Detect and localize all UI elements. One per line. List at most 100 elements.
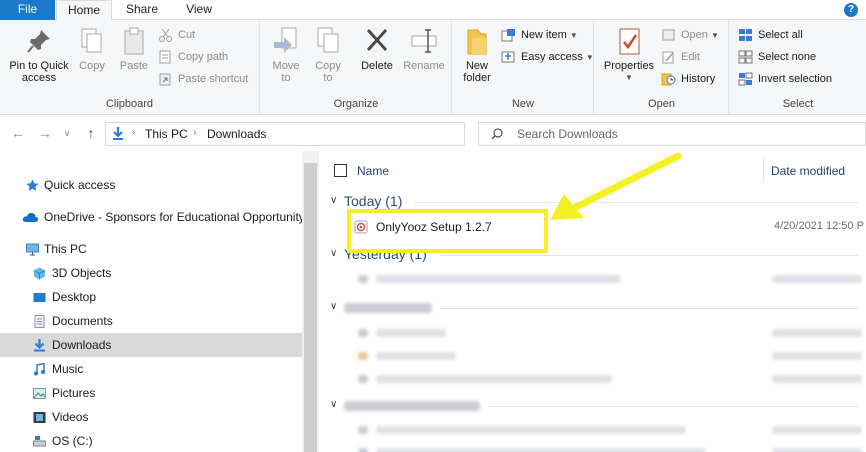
group-divider <box>488 406 858 407</box>
copy-to-button[interactable]: Copy to <box>309 26 347 84</box>
nav-item-label: This PC <box>44 242 87 256</box>
move-to-label: Move to <box>272 60 300 84</box>
new-group-label: New <box>511 98 534 110</box>
nav-item-onedrive[interactable]: OneDrive - Sponsors for Educational Oppo… <box>0 205 302 229</box>
properties-button[interactable]: Properties ▼ <box>601 26 657 84</box>
invert-selection-button[interactable]: Invert selection <box>738 69 832 89</box>
tab-share[interactable]: Share <box>114 0 170 20</box>
annotation-arrow-icon <box>550 152 682 220</box>
move-to-button[interactable]: Move to <box>267 26 305 84</box>
downloads-location-icon <box>113 127 123 140</box>
address-bar[interactable]: › This PC › Downloads ∨ ↻ <box>105 122 560 146</box>
star-icon <box>26 179 39 191</box>
delete-label: Delete <box>361 60 393 72</box>
rename-icon <box>411 29 437 53</box>
cloud-icon <box>22 212 39 222</box>
history-icon <box>661 73 676 86</box>
collapse-chevron-icon[interactable]: ∨ <box>330 195 337 206</box>
nav-item-desktop[interactable]: Desktop <box>0 285 302 309</box>
delete-button[interactable]: Delete <box>357 26 397 72</box>
navigation-pane-scrollbar[interactable] <box>302 151 319 452</box>
back-arrow-icon[interactable]: ← <box>9 125 27 141</box>
nav-item-documents[interactable]: Documents <box>0 309 302 333</box>
search-box[interactable]: Search Downloads <box>478 122 866 146</box>
new-folder-label: New folder <box>463 60 491 84</box>
videos-icon <box>33 412 46 423</box>
copy-path-icon <box>159 50 171 64</box>
edit-button[interactable]: Edit <box>661 47 700 67</box>
group-divider <box>440 255 858 256</box>
paste-shortcut-button[interactable]: Paste shortcut <box>158 69 248 89</box>
select-all-checkbox[interactable] <box>334 164 347 177</box>
paste-button[interactable]: Paste <box>114 26 154 72</box>
pin-to-quick-access-button[interactable]: Pin to Quick access <box>4 26 74 84</box>
copy-button[interactable]: Copy <box>74 26 110 72</box>
paste-icon <box>124 27 144 55</box>
select-all-icon <box>739 29 752 41</box>
nav-item-this-pc[interactable]: This PC <box>0 237 302 261</box>
collapse-chevron-icon[interactable]: ∨ <box>330 301 337 312</box>
organize-group: Move to Copy to Delete Rename Organize <box>261 20 452 115</box>
pin-icon <box>27 30 50 53</box>
open-button[interactable]: Open ▼ <box>661 25 719 45</box>
up-arrow-icon[interactable]: ↑ <box>82 125 100 141</box>
nav-item-quick-access[interactable]: Quick access <box>0 173 302 197</box>
group-header-blurred[interactable]: ∨ <box>328 396 858 416</box>
breadcrumb-this-pc[interactable]: This PC <box>145 127 188 141</box>
column-header-date-modified[interactable]: Date modified <box>771 164 845 178</box>
navigation-bar: ← → ∨ ↑ › This PC › Downloads ∨ ↻ Search… <box>0 116 866 151</box>
nav-item-label: 3D Objects <box>52 266 112 280</box>
new-folder-button[interactable]: New folder <box>457 26 497 84</box>
new-item-icon <box>501 29 515 42</box>
open-dropdown-icon: ▼ <box>710 31 719 40</box>
edit-label: Edit <box>681 51 700 63</box>
help-icon[interactable]: ? <box>844 3 858 17</box>
column-header-name[interactable]: Name <box>357 164 389 178</box>
tab-file[interactable]: File <box>0 0 55 20</box>
group-header-blurred[interactable]: ∨ <box>328 298 858 318</box>
history-button[interactable]: History <box>661 69 715 89</box>
nav-item-videos[interactable]: Videos <box>0 405 302 429</box>
breadcrumb-separator: › <box>193 127 197 138</box>
ribbon: Pin to Quick access Copy Paste Cut Copy … <box>0 20 866 115</box>
breadcrumb-downloads[interactable]: Downloads <box>207 127 266 141</box>
collapse-chevron-icon[interactable]: ∨ <box>330 248 337 259</box>
open-group-label: Open <box>648 98 675 110</box>
nav-item-label: Quick access <box>44 178 116 192</box>
copy-to-icon <box>317 27 339 53</box>
nav-item-pictures[interactable]: Pictures <box>0 381 302 405</box>
nav-item-downloads[interactable]: Downloads <box>0 333 302 357</box>
copy-path-button[interactable]: Copy path <box>158 47 228 67</box>
nav-item-label: Downloads <box>52 338 112 352</box>
cut-button[interactable]: Cut <box>158 25 195 45</box>
navigation-pane: Quick access OneDrive - Sponsors for Edu… <box>0 151 302 452</box>
tab-home[interactable]: Home <box>56 0 112 21</box>
invert-selection-icon <box>738 72 753 86</box>
scrollbar-thumb[interactable] <box>304 163 317 452</box>
nav-item-os-c[interactable]: OS (C:) <box>0 429 302 452</box>
desktop-icon <box>33 293 46 302</box>
copy-path-label: Copy path <box>178 51 229 63</box>
copy-icon <box>81 28 102 53</box>
pictures-icon <box>33 388 46 399</box>
select-all-button[interactable]: Select all <box>738 25 803 45</box>
column-divider[interactable] <box>763 156 764 182</box>
forward-arrow-icon[interactable]: → <box>36 125 54 141</box>
rename-button[interactable]: Rename <box>401 26 447 72</box>
select-none-button[interactable]: Select none <box>738 47 816 67</box>
paste-shortcut-label: Paste shortcut <box>178 73 249 85</box>
easy-access-button[interactable]: Easy access ▼ <box>501 47 594 67</box>
pin-label: Pin to Quick access <box>9 60 69 84</box>
tab-view[interactable]: View <box>172 0 226 20</box>
select-all-label: Select all <box>758 29 803 41</box>
select-group: Select all Select none Invert selection … <box>730 20 866 115</box>
easy-access-label: Easy access <box>521 51 583 63</box>
nav-item-3d-objects[interactable]: 3D Objects <box>0 261 302 285</box>
select-none-label: Select none <box>758 51 817 63</box>
recent-locations-chevron-icon[interactable]: ∨ <box>58 128 76 139</box>
cube-icon <box>33 267 46 280</box>
new-item-button[interactable]: New item ▼ <box>501 25 578 45</box>
nav-item-music[interactable]: Music <box>0 357 302 381</box>
collapse-chevron-icon[interactable]: ∨ <box>330 399 337 410</box>
select-group-label: Select <box>782 98 814 110</box>
